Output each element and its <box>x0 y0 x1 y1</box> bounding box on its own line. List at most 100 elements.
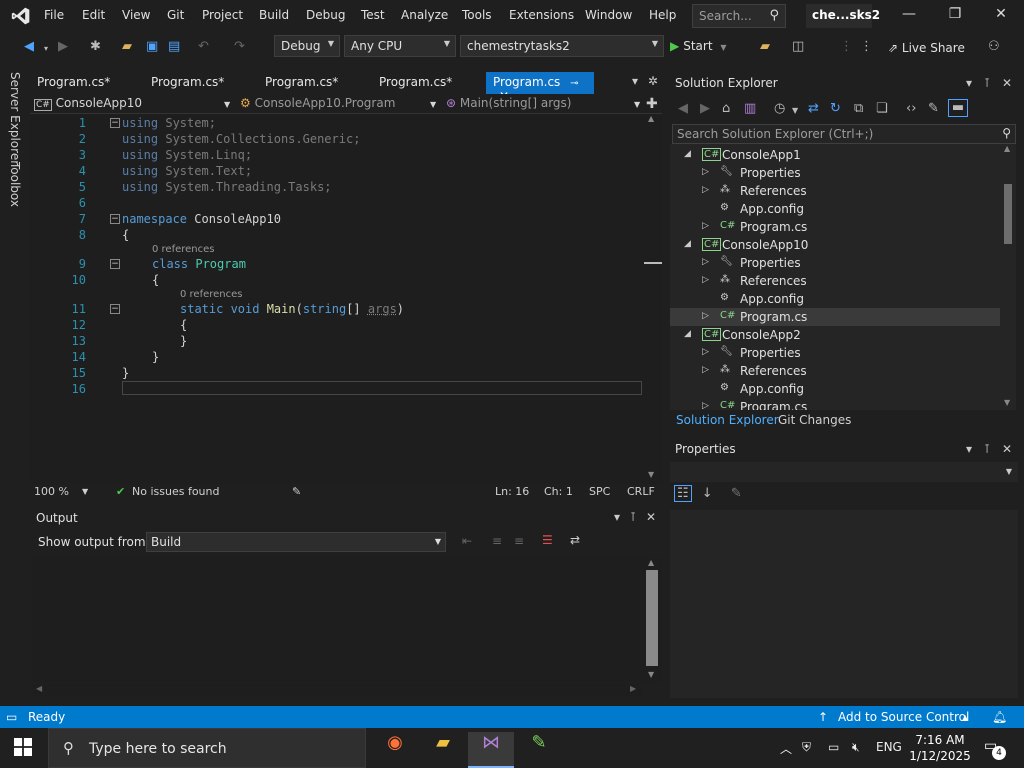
scroll-down-icon[interactable]: ▼ <box>1004 398 1010 407</box>
property-pages-icon[interactable]: ✎ <box>731 486 742 501</box>
class-nav-select[interactable]: ⚙ ConsoleApp10.Program <box>240 96 395 110</box>
menu-git[interactable]: Git <box>167 8 184 22</box>
code-cleanup-icon[interactable]: ✎ <box>292 485 301 498</box>
windows-start-icon[interactable] <box>14 738 32 756</box>
tree-node[interactable]: ▷ 🔧︎ Properties <box>670 344 1000 362</box>
tree-node[interactable]: ▷ ⁂ References <box>670 362 1000 380</box>
output-vertical-scrollbar[interactable]: ▲ ▼ <box>642 558 662 682</box>
pin-icon[interactable]: ⊺ <box>630 510 636 524</box>
output-horizontal-scrollbar[interactable]: ◀ ▶ <box>32 684 642 696</box>
menu-file[interactable]: File <box>44 8 64 22</box>
pin-icon[interactable]: ⊺ <box>984 76 990 90</box>
security-icon[interactable]: ⛨ <box>802 740 811 755</box>
collapsed-arrow-icon[interactable]: ▷ <box>702 347 709 357</box>
switch-views-icon[interactable]: ▥ <box>744 101 756 116</box>
back-dropdown-icon[interactable]: ▾ <box>44 44 48 53</box>
save-icon[interactable]: ▣ <box>146 39 158 54</box>
start-button[interactable]: ▶ Start ▼ <box>670 39 727 53</box>
taskbar-search-input[interactable]: ⚲ Type here to search <box>48 728 366 768</box>
notepad-plus-plus-app-icon[interactable]: ✎ <box>516 732 562 768</box>
close-icon[interactable]: ✕ <box>986 6 1016 22</box>
output-source-select[interactable]: Build ▼ <box>146 532 446 552</box>
collapsed-arrow-icon[interactable]: ▷ <box>702 221 709 231</box>
sync-icon[interactable]: ⇄ <box>808 101 819 116</box>
issues-status[interactable]: No issues found <box>132 485 219 498</box>
tab-git-changes[interactable]: Git Changes <box>778 413 851 427</box>
menu-extensions[interactable]: Extensions <box>509 8 574 22</box>
close-icon[interactable]: ✕ <box>1002 76 1012 90</box>
codelens-references[interactable]: 0 references <box>180 289 243 300</box>
visual-studio-app-icon[interactable]: ⋈ <box>468 732 514 768</box>
scroll-left-icon[interactable]: ◀ <box>36 684 42 693</box>
tree-node[interactable]: ⚙ App.config <box>670 380 1000 398</box>
chevron-up-icon[interactable]: ︿ <box>780 740 792 757</box>
tree-node[interactable]: ▷ 🔧︎ Properties <box>670 254 1000 272</box>
preview-selected-icon[interactable]: ▬ <box>948 99 968 117</box>
previous-message-icon[interactable]: ≡ <box>492 534 502 548</box>
scroll-up-icon[interactable]: ▲ <box>648 114 654 123</box>
back-icon[interactable]: ◀ <box>24 39 34 54</box>
breakpoint-icon[interactable]: ⋮ <box>840 39 853 54</box>
scroll-down-icon[interactable]: ▼ <box>648 670 654 679</box>
output-text-area[interactable] <box>32 558 642 682</box>
menu-help[interactable]: Help <box>649 8 676 22</box>
firefox-app-icon[interactable]: ◉ <box>372 732 418 768</box>
collapse-method-icon[interactable]: − <box>110 304 120 314</box>
tree-node[interactable]: ◢ C# ConsoleApp1 <box>670 146 1000 164</box>
notifications-bell-icon[interactable]: 🔔︎ <box>992 710 1007 724</box>
line-ending-indicator[interactable]: CRLF <box>627 485 655 498</box>
notification-center-icon[interactable]: ▭ 4 <box>984 738 1006 760</box>
tree-node[interactable]: ▷ ⁂ References <box>670 272 1000 290</box>
alphabetical-icon[interactable]: ↓ <box>702 486 713 501</box>
show-all-files-icon[interactable]: ❏ <box>876 101 888 116</box>
scroll-right-icon[interactable]: ▶ <box>630 684 636 693</box>
tree-node[interactable]: ⚙ App.config <box>670 290 1000 308</box>
live-share-button[interactable]: ⇗ Live Share <box>888 41 965 55</box>
chevron-up-icon[interactable]: ▲ <box>962 713 968 722</box>
network-icon[interactable]: ▭ <box>828 740 839 754</box>
menu-build[interactable]: Build <box>259 8 289 22</box>
toolbox-tab[interactable]: Toolbox <box>8 162 22 207</box>
scroll-down-icon[interactable]: ▼ <box>648 470 654 479</box>
forward-icon[interactable]: ▶ <box>58 39 68 54</box>
collapsed-arrow-icon[interactable]: ▷ <box>702 365 709 375</box>
zoom-level[interactable]: 100 % <box>34 485 69 498</box>
solution-search-input[interactable]: Search Solution Explorer (Ctrl+;) ⚲ <box>672 124 1016 144</box>
tab-solution-explorer[interactable]: Solution Explorer <box>676 413 779 427</box>
collapsed-arrow-icon[interactable]: ▷ <box>702 257 709 267</box>
project-nav-select[interactable]: C# ConsoleApp10 <box>34 96 142 111</box>
pin-icon[interactable]: ⊺ <box>984 442 990 456</box>
back-icon[interactable]: ◀ <box>678 101 688 116</box>
scroll-up-icon[interactable]: ▲ <box>648 558 654 567</box>
collapsed-arrow-icon[interactable]: ▷ <box>702 167 709 177</box>
expanded-arrow-icon[interactable]: ◢ <box>684 239 691 249</box>
view-code-icon[interactable]: ‹› <box>906 101 916 116</box>
tree-node[interactable]: ◢ C# ConsoleApp10 <box>670 236 1000 254</box>
collapse-all-icon[interactable]: ⧉ <box>854 101 863 116</box>
tree-node[interactable]: ⚙ App.config <box>670 200 1000 218</box>
tree-node[interactable]: ▷ C# Program.cs <box>670 308 1000 326</box>
clock[interactable]: 7:16 AM 1/12/2025 <box>908 732 972 764</box>
collapsed-arrow-icon[interactable]: ▷ <box>702 275 709 285</box>
editor-vertical-scrollbar[interactable]: ▲ ▼ <box>644 114 662 484</box>
server-explorer-tab[interactable]: Server Explorer <box>8 72 22 165</box>
expanded-arrow-icon[interactable]: ◢ <box>684 149 691 159</box>
column-indicator[interactable]: Ch: 1 <box>544 485 573 498</box>
collapse-namespace-icon[interactable]: − <box>110 214 120 224</box>
collapse-usings-icon[interactable]: − <box>110 118 120 128</box>
screenshot-icon[interactable]: ◫ <box>792 39 804 54</box>
restore-icon[interactable]: ❐ <box>940 6 970 22</box>
open-folder-icon[interactable]: ▰ <box>122 39 132 54</box>
collapsed-arrow-icon[interactable]: ▷ <box>702 311 709 321</box>
tab-program-cs-4[interactable]: Program.cs* <box>372 72 459 94</box>
home-icon[interactable]: ⌂ <box>722 101 730 116</box>
minimize-icon[interactable]: — <box>894 6 924 22</box>
close-icon[interactable]: ✕ <box>646 510 656 524</box>
browse-folder-icon[interactable]: ▰ <box>760 39 770 54</box>
menu-edit[interactable]: Edit <box>82 8 105 22</box>
scroll-thumb[interactable] <box>1004 184 1012 244</box>
undo-icon[interactable]: ↶ <box>198 39 209 54</box>
tree-node[interactable]: ▷ 🔧︎ Properties <box>670 164 1000 182</box>
solution-tree-scrollbar[interactable]: ▲ ▼ <box>1000 144 1016 410</box>
whitespace-indicator[interactable]: SPC <box>589 485 610 498</box>
